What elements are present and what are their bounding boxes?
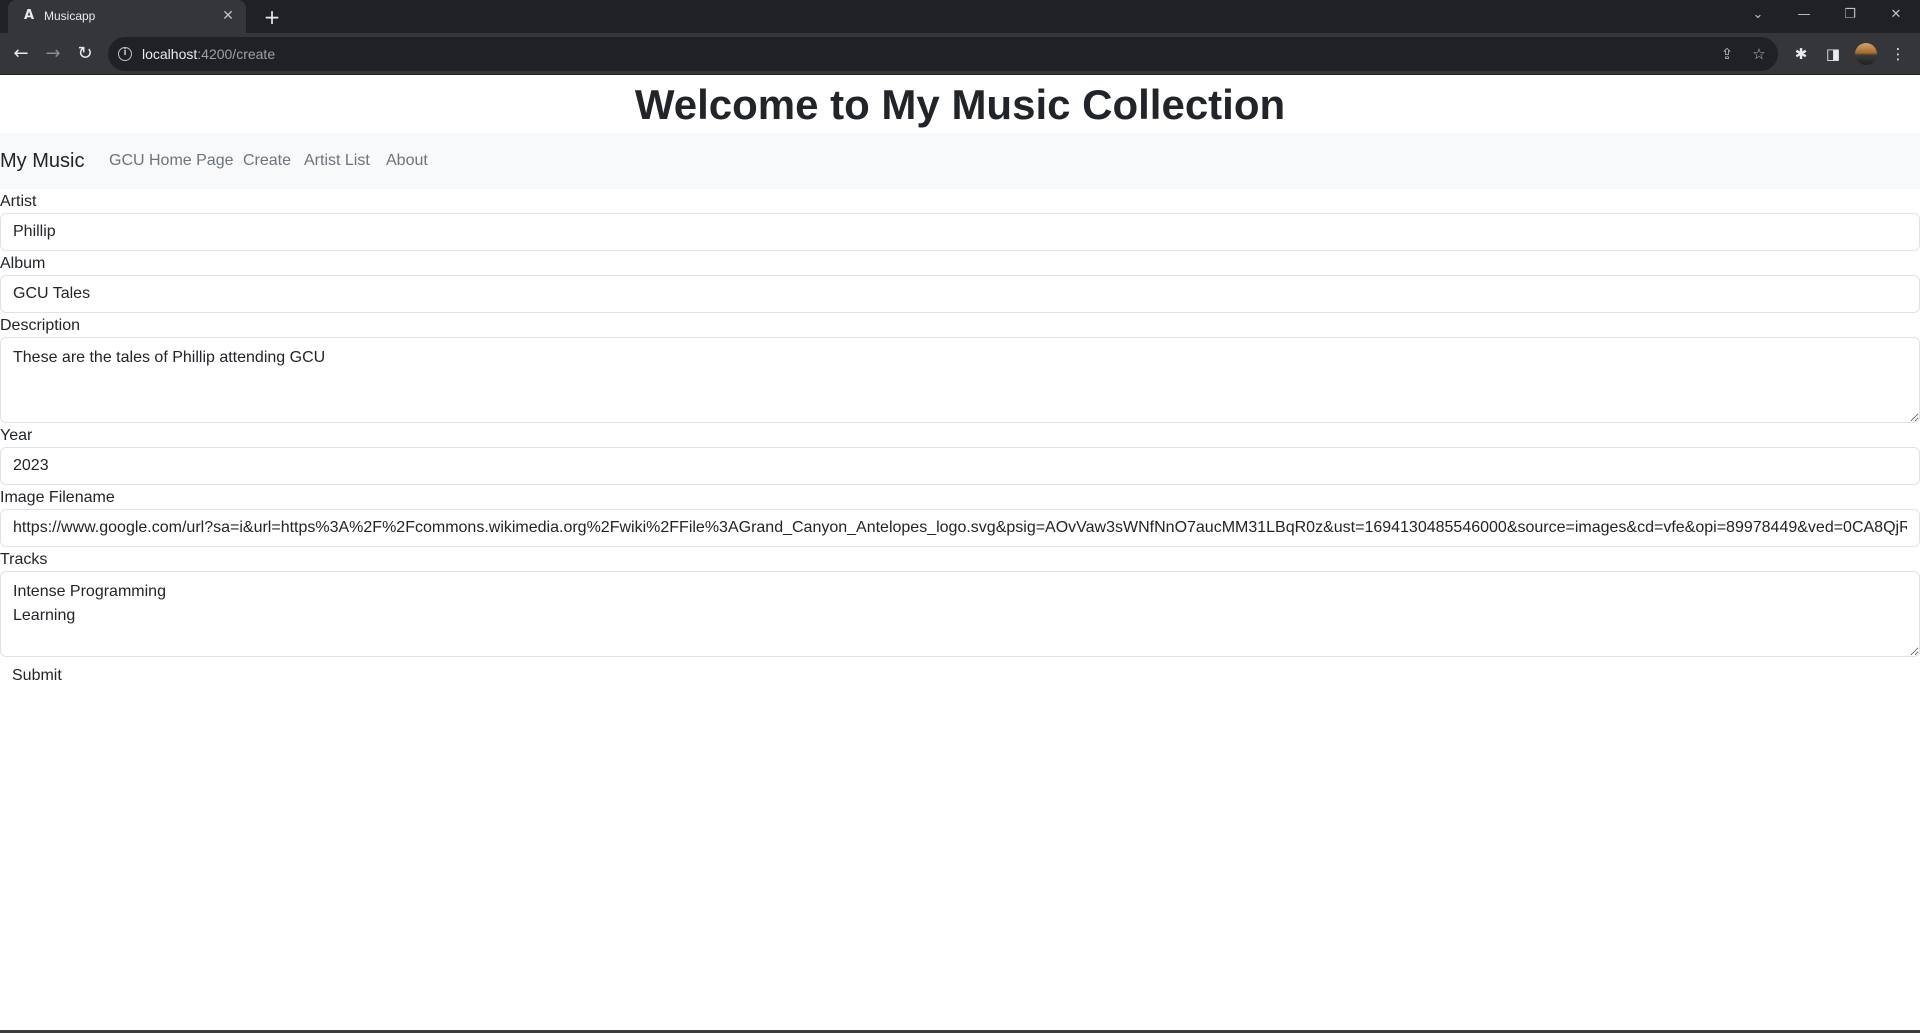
- nav-link-about[interactable]: About: [386, 133, 428, 189]
- tracks-label: Tracks: [0, 551, 48, 568]
- bookmark-star-icon[interactable]: ☆: [1750, 45, 1768, 63]
- close-tab-icon[interactable]: ✕: [220, 8, 236, 24]
- nav-link-artist-list[interactable]: Artist List: [304, 133, 370, 189]
- page-title: Welcome to My Music Collection: [634, 81, 1286, 128]
- year-label: Year: [0, 427, 33, 444]
- new-tab-icon[interactable]: +: [260, 5, 284, 29]
- side-panel-icon[interactable]: ◨: [1823, 44, 1843, 64]
- navbar-brand[interactable]: My Music: [0, 133, 84, 189]
- angular-favicon-icon: A: [23, 8, 35, 23]
- description-textarea[interactable]: These are the tales of Phillip attending…: [0, 337, 1920, 423]
- navbar: My Music GCU Home Page Create Artist Lis…: [0, 133, 1920, 189]
- browser-tab[interactable]: A Musicapp ✕: [8, 0, 246, 33]
- profile-avatar[interactable]: [1855, 43, 1877, 65]
- tracks-textarea[interactable]: Intense Programming Learning: [0, 571, 1920, 657]
- url-text: localhost:4200/create: [142, 46, 276, 62]
- album-label: Album: [0, 255, 46, 272]
- site-info-icon[interactable]: i: [118, 47, 132, 61]
- menu-kebab-icon[interactable]: ⋮: [1888, 44, 1908, 64]
- reload-icon[interactable]: ↻: [73, 42, 97, 66]
- minimize-icon[interactable]: —: [1784, 0, 1824, 33]
- artist-label: Artist: [0, 193, 37, 210]
- restore-icon[interactable]: ❐: [1830, 0, 1870, 33]
- back-icon[interactable]: ←: [9, 42, 33, 66]
- album-input[interactable]: [0, 275, 1920, 313]
- nav-link-create[interactable]: Create: [243, 133, 291, 189]
- tab-search-icon[interactable]: ⌄: [1738, 0, 1778, 33]
- close-window-icon[interactable]: ✕: [1876, 0, 1916, 33]
- forward-icon[interactable]: →: [41, 42, 65, 66]
- submit-button[interactable]: Submit: [0, 657, 70, 695]
- image-filename-input[interactable]: [0, 509, 1920, 547]
- year-input[interactable]: [0, 447, 1920, 485]
- share-icon[interactable]: ⇪: [1718, 45, 1736, 63]
- browser-toolbar: ← → ↻ i localhost:4200/create ⇪ ☆ ✱ ◨ ⋮: [0, 33, 1920, 75]
- page-content: Welcome to My Music Collection My Music …: [0, 75, 1920, 1033]
- extensions-puzzle-icon[interactable]: ✱: [1791, 44, 1811, 64]
- artist-input[interactable]: [0, 213, 1920, 251]
- address-bar[interactable]: i localhost:4200/create ⇪ ☆: [108, 37, 1778, 71]
- description-label: Description: [0, 317, 81, 334]
- nav-link-gcu-home[interactable]: GCU Home Page: [109, 133, 234, 189]
- tab-title: Musicapp: [44, 9, 96, 23]
- browser-tab-strip: A Musicapp ✕ + ⌄ — ❐ ✕: [0, 0, 1920, 33]
- image-filename-label: Image Filename: [0, 489, 115, 506]
